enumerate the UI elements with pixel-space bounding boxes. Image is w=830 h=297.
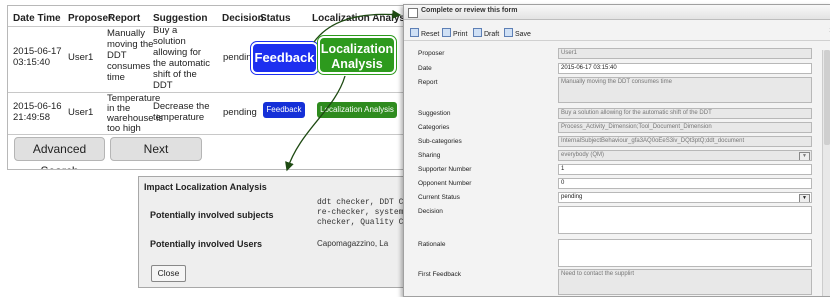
callout-line: Localization [320,42,394,57]
subjects-value-line: checker, Quality Ch [317,218,408,228]
row-suggestion-line: Buy a [153,26,177,37]
subjects-value-line: re-checker, system [317,208,403,218]
impact-localization-dialog: Impact Localization Analysis Potentially… [138,176,415,288]
form-toolbar: Reset Print Draft Save [404,25,830,41]
field-label: Sharing [418,152,440,159]
form-titlebar: Complete or review this form [404,5,830,20]
save-button[interactable]: Save [504,28,531,38]
chevron-down-icon[interactable]: ▼ [799,152,810,161]
proposer-field: User1 [558,48,812,59]
row-report-line: moving the [107,40,153,51]
row-suggestion-line: shift of the [153,70,197,81]
field-label: Rationale [418,241,445,248]
print-button[interactable]: Print [442,28,467,38]
header-decision: Decision [222,13,264,24]
row-report-line: time [107,73,125,84]
field-label: Categories [418,124,449,131]
header-report: Report [108,13,140,24]
first-feedback-field: Need to contact the supplirt [558,269,812,295]
field-label: Decision [418,208,443,215]
close-button[interactable]: Close [151,265,186,282]
reset-button[interactable]: Reset [410,28,439,38]
field-label: Current Status [418,194,460,201]
categories-field: Process_Activity_Dimension;Tool_Document… [558,122,812,133]
checkbox-icon[interactable] [408,8,418,18]
localization-analysis-button[interactable]: Localization Analysis [317,102,397,118]
subcategories-field: InternalSubjectBehaviour_gfa3AQ0oEeS3iv_… [558,136,812,147]
feedback-callout[interactable]: Feedback [251,42,318,74]
draft-button[interactable]: Draft [473,28,499,38]
form-title: Complete or review this form [421,7,517,14]
dialog-title: Impact Localization Analysis [144,182,267,192]
row-suggestion-line: allowing for [153,48,201,59]
row-divider [8,92,411,93]
field-label: Report [418,79,438,86]
current-status-select[interactable]: pending▼ [558,192,812,203]
row-suggestion-line: Decrease the [153,102,210,113]
rationale-textarea[interactable] [558,239,812,267]
row-suggestion-line: DDT [153,81,173,92]
row-report-line: Manually [107,29,145,40]
scrollbar-thumb[interactable] [824,50,830,145]
advanced-search-button[interactable]: Advanced Search [14,137,105,161]
row-report-line: DDT [107,51,127,62]
row-date: 2015-06-17 [13,47,62,58]
row-date: 2015-06-16 [13,102,62,113]
field-label: First Feedback [418,271,461,278]
header-suggestion: Suggestion [153,13,207,24]
header-localization-analysis: Localization Analysis [312,13,412,24]
row-time: 21:49:58 [13,113,50,124]
users-label: Potentially involved Users [150,239,262,249]
row-proposer: User1 [68,53,93,64]
row-time: 03:15:40 [13,58,50,69]
row-report-line: too high [107,124,141,135]
header-divider [8,26,411,27]
header-proposer: Proposer [68,13,112,24]
sharing-select[interactable]: everybody (QM)▼ [558,150,812,161]
row-proposer: User1 [68,108,93,119]
save-icon [504,28,513,37]
users-value: Capomagazzino, La [317,239,388,249]
field-label: Suggestion [418,110,451,117]
header-status: Status [260,13,291,24]
feedback-button[interactable]: Feedback [263,102,305,118]
header-date-time: Date Time [13,13,61,24]
opponent-number-field[interactable]: 0 [558,178,812,189]
field-label: Proposer [418,50,444,57]
callout-line: Analysis [320,57,394,72]
row-divider [8,134,411,135]
draft-icon [473,28,482,37]
field-label: Opponent Number [418,180,471,187]
row-suggestion-line: the automatic [153,59,210,70]
localization-analysis-callout[interactable]: Localization Analysis [318,36,396,74]
reset-icon [410,28,419,37]
form-scrollbar[interactable] [822,50,830,296]
proposals-table: Date Time Proposer Report Suggestion Dec… [7,5,412,170]
chevron-down-icon[interactable]: ▼ [799,194,810,203]
date-field[interactable]: 2015-06-17 03:15:40 [558,63,812,74]
suggestion-field: Buy a solution allowing for the automati… [558,108,812,119]
row-suggestion-line: solution [153,37,186,48]
subjects-value-line: ddt checker, DDT C [317,198,403,208]
review-form-window: Complete or review this form Reset Print… [403,4,830,297]
field-label: Date [418,65,432,72]
report-field: Manually moving the DDT consumes time [558,77,812,103]
next-button[interactable]: Next [110,137,202,161]
row-suggestion-line: temperature [153,113,204,124]
print-icon [442,28,451,37]
row-report-line: consumes [107,62,150,73]
field-label: Supporter Number [418,166,471,173]
decision-textarea[interactable] [558,206,812,234]
field-label: Sub-categories [418,138,462,145]
subjects-label: Potentially involved subjects [150,210,274,220]
supporter-number-field[interactable]: 1 [558,164,812,175]
row-decision: pending [223,108,257,119]
